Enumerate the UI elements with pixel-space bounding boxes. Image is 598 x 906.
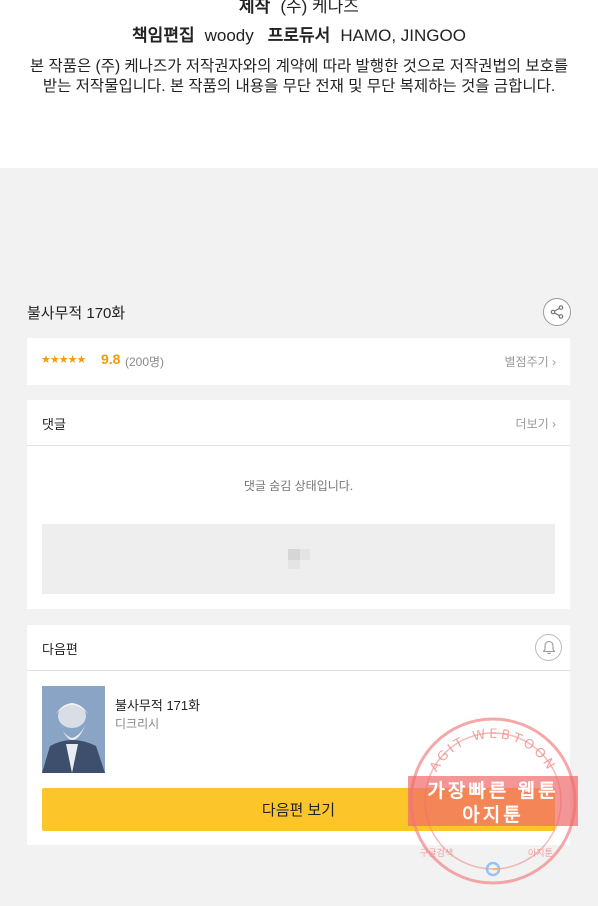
watermark: AGIT WEBTOON 구글검색 아지툰 가장빠른 웹툰 아지툰	[408, 716, 578, 886]
comment-card: 댓글 더보기 › 댓글 숨김 상태입니다.	[27, 400, 570, 609]
comment-more-button[interactable]: 더보기 ›	[516, 415, 556, 432]
watermark-line1: 가장빠른 웹툰	[427, 781, 559, 802]
comment-more-label: 더보기	[515, 417, 549, 431]
rating-score: 9.8	[101, 351, 121, 367]
next-episode-author: 디크리시	[115, 717, 160, 731]
watermark-bottom-left: 구글검색	[420, 847, 453, 859]
thumbnail-image	[42, 686, 105, 773]
credit-production-value: (주) 케나즈	[280, 0, 359, 16]
credit-editor-value: woody	[204, 26, 254, 45]
next-header: 다음편	[27, 625, 570, 671]
credits-section: 제작 (주) 케나즈 책임편집 woody 프로듀서 HAMO, JINGOO 본 작품…	[0, 0, 598, 168]
copyright-notice: 본 작품은 (주) 케나즈가 저작권자와의 계약에 따라 발행한 것으로 저작권…	[20, 57, 578, 97]
next-label: 다음편	[42, 642, 78, 657]
comment-label: 댓글	[42, 417, 66, 432]
bell-icon	[542, 640, 555, 655]
copyright-notice-line2: 받는 저작물입니다. 본 작품의 내용을 무단 전재 및 무단 복제하는 것을 …	[42, 78, 556, 95]
rate-button-label: 별점주기	[504, 355, 549, 369]
credit-producer-value: HAMO, JINGOO	[340, 26, 466, 45]
image-placeholder-icon	[288, 549, 310, 569]
next-episode-thumbnail[interactable]	[42, 686, 105, 773]
comment-header: 댓글 더보기 ›	[27, 400, 570, 446]
credit-editor-label: 책임편집	[132, 26, 195, 45]
credit-editor-producer: 책임편집 woody 프로듀서 HAMO, JINGOO	[0, 21, 598, 46]
rate-button[interactable]: 별점주기 ›	[504, 353, 556, 370]
chevron-right-icon: ›	[552, 355, 556, 369]
comment-hidden-message: 댓글 숨김 상태입니다.	[243, 479, 354, 493]
credit-production: 제작 (주) 케나즈	[0, 0, 598, 17]
credit-producer-label: 프로듀서	[267, 26, 331, 45]
copyright-notice-line1: 본 작품은 (주) 케나즈가 저작권자와의 계약에 따라 발행한 것으로 저작권…	[29, 58, 569, 75]
notify-button[interactable]	[535, 634, 562, 661]
star-rating-icon: ★★★★★	[41, 354, 86, 366]
ad-placeholder[interactable]	[42, 524, 555, 594]
watermark-bottom-right: 아지툰	[528, 848, 553, 859]
next-episode-title[interactable]: 불사무적 171화	[115, 695, 200, 714]
chevron-right-icon: ›	[552, 417, 556, 431]
share-button[interactable]	[543, 298, 571, 326]
credit-production-label: 제작	[239, 0, 271, 16]
rating-card: ★★★★★ 9.8 (200명) 별점주기 ›	[27, 338, 570, 385]
rating-count: (200명)	[125, 355, 165, 369]
share-icon	[550, 305, 564, 319]
watermark-line2: 아지툰	[462, 805, 524, 826]
episode-title: 불사무적 170화	[27, 305, 126, 322]
